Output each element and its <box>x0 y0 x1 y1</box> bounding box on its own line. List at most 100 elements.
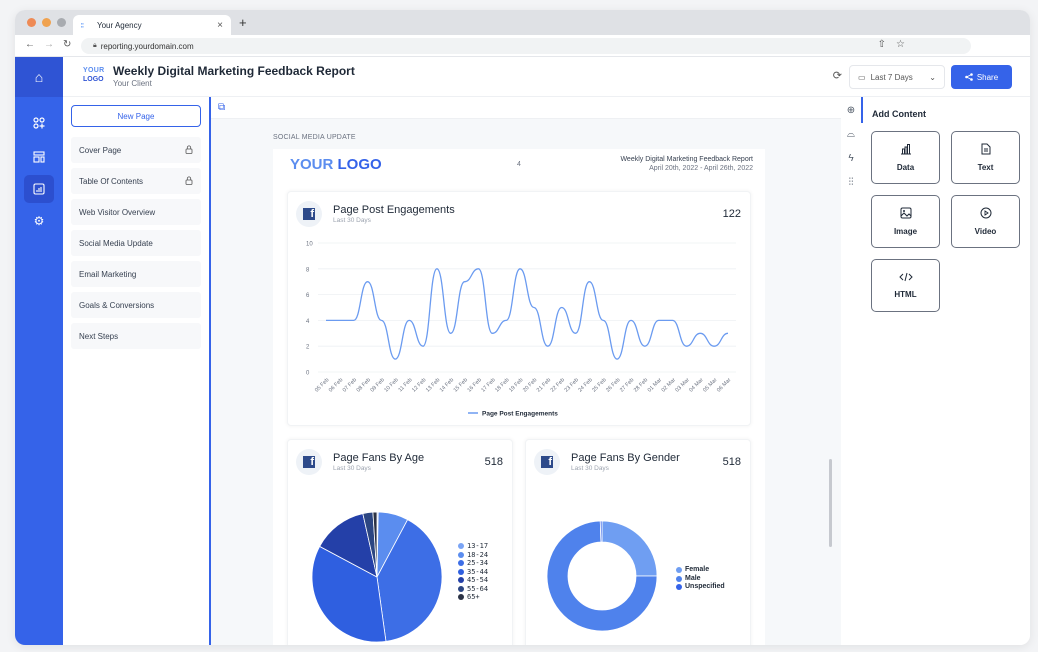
x-tick-label: 26 Feb <box>605 377 621 393</box>
rail-item-apps[interactable] <box>15 107 63 139</box>
data-point[interactable] <box>463 280 467 284</box>
data-point[interactable] <box>629 318 633 322</box>
page-item-email-marketing[interactable]: Email Marketing <box>71 261 201 287</box>
engagements-card[interactable]: f Page Post Engagements Last 30 Days 122… <box>287 191 751 426</box>
data-point[interactable] <box>574 331 578 335</box>
close-tab-icon[interactable]: × <box>217 20 223 31</box>
canvas-scrollbar[interactable] <box>829 459 832 547</box>
legend-item[interactable]: 65+ <box>458 593 488 602</box>
add-text-tile[interactable]: Text <box>951 131 1020 184</box>
legend-item[interactable]: Female <box>676 566 725 575</box>
data-point[interactable] <box>712 344 716 348</box>
fans-gender-card[interactable]: f Page Fans By Gender Last 30 Days 518 F… <box>525 439 751 645</box>
page-item-goals-conversions[interactable]: Goals & Conversions <box>71 292 201 318</box>
data-point[interactable] <box>435 267 439 271</box>
layers-tool[interactable]: ⌓ <box>841 123 861 145</box>
right-tool-rail: ⊕ ⌓ ϟ ⫶⫶ <box>841 97 861 645</box>
data-point[interactable] <box>393 357 397 361</box>
data-point[interactable] <box>643 344 647 348</box>
data-point[interactable] <box>684 344 688 348</box>
minimize-window-button[interactable] <box>42 18 51 27</box>
y-tick-label: 4 <box>306 319 310 325</box>
back-icon[interactable]: ← <box>25 39 35 50</box>
data-point[interactable] <box>449 331 453 335</box>
x-tick-label: 01 Mar <box>647 377 663 393</box>
data-point[interactable] <box>379 318 383 322</box>
data-point[interactable] <box>504 318 508 322</box>
data-point[interactable] <box>532 306 536 310</box>
legend-item[interactable]: Unspecified <box>676 583 725 592</box>
y-tick-label: 2 <box>306 345 310 351</box>
add-content-tool[interactable]: ⊕ <box>841 99 861 121</box>
legend-item[interactable]: 35-44 <box>458 568 488 577</box>
data-point[interactable] <box>601 318 605 322</box>
filters-tool[interactable]: ⫶⫶ <box>841 171 861 193</box>
section-label: SOCIAL MEDIA UPDATE <box>273 134 356 141</box>
data-point[interactable] <box>726 331 730 335</box>
data-point[interactable] <box>698 331 702 335</box>
data-point[interactable] <box>560 306 564 310</box>
data-point[interactable] <box>407 318 411 322</box>
refresh-icon[interactable]: ⟳ <box>833 69 842 82</box>
card-value: 518 <box>722 456 741 468</box>
add-html-tile[interactable]: HTML <box>871 259 940 312</box>
page-item-cover-page[interactable]: Cover Page <box>71 137 201 163</box>
report-header: YOUR LOGO Weekly Digital Marketing Feedb… <box>63 57 1030 97</box>
data-point[interactable] <box>490 331 494 335</box>
legend-swatch <box>676 567 682 574</box>
add-image-tile[interactable]: Image <box>871 195 940 248</box>
data-point[interactable] <box>546 344 550 348</box>
data-point[interactable] <box>587 280 591 284</box>
data-point[interactable] <box>615 357 619 361</box>
bookmark-star-icon[interactable]: ☆ <box>896 39 905 50</box>
rail-item-layout[interactable] <box>15 141 63 173</box>
legend-item[interactable]: 13-17 <box>458 542 488 551</box>
legend-item[interactable]: 45-54 <box>458 576 488 585</box>
data-point[interactable] <box>421 344 425 348</box>
data-point[interactable] <box>671 318 675 322</box>
date-range-value: Last 7 Days <box>870 72 913 82</box>
rail-item-settings[interactable]: ⚙ <box>15 205 63 237</box>
forward-icon[interactable]: → <box>44 39 54 50</box>
data-point[interactable] <box>657 318 661 322</box>
add-video-tile[interactable]: Video <box>951 195 1020 248</box>
automation-tool[interactable]: ϟ <box>841 147 861 169</box>
browser-tab[interactable]: ▪▪ ▪▪ Your Agency × <box>73 15 231 35</box>
data-point[interactable] <box>366 280 370 284</box>
maximize-window-button[interactable] <box>57 18 66 27</box>
lock-icon <box>185 145 193 156</box>
close-window-button[interactable] <box>27 18 36 27</box>
legend-item[interactable]: 25-34 <box>458 559 488 568</box>
duplicate-icon[interactable]: ⧉ <box>218 102 225 113</box>
page-item-next-steps[interactable]: Next Steps <box>71 323 201 349</box>
legend-item[interactable]: 18-24 <box>458 551 488 560</box>
page-item-table-of-contents[interactable]: Table Of Contents <box>71 168 201 194</box>
data-point[interactable] <box>324 318 328 322</box>
rail-item-reports[interactable] <box>24 175 54 203</box>
legend-item[interactable]: 55-64 <box>458 585 488 594</box>
date-range-select[interactable]: ▭ Last 7 Days ⌄ <box>849 65 945 89</box>
rail-item-home[interactable]: ⌂ <box>15 57 63 97</box>
data-point[interactable] <box>338 318 342 322</box>
share-page-icon[interactable]: ⇧ <box>878 39 886 50</box>
new-page-button[interactable]: New Page <box>71 105 201 127</box>
data-point[interactable] <box>352 318 356 322</box>
fans-age-card[interactable]: f Page Fans By Age Last 30 Days 518 13-1… <box>287 439 513 645</box>
add-data-tile[interactable]: Data <box>871 131 940 184</box>
data-point[interactable] <box>518 267 522 271</box>
url-input[interactable]: 🔒︎ reporting.yourdomain.com <box>81 38 971 54</box>
slice-female[interactable] <box>601 520 658 577</box>
x-tick-label: 06 Feb <box>328 377 344 393</box>
tile-label: Video <box>974 227 997 236</box>
new-tab-button[interactable]: + <box>239 15 247 30</box>
facebook-icon: f <box>534 449 560 475</box>
reload-icon[interactable]: ↻ <box>63 39 71 50</box>
data-point[interactable] <box>476 267 480 271</box>
page-item-social-media-update[interactable]: Social Media Update <box>71 230 201 256</box>
page-number: 4 <box>517 161 521 168</box>
share-button[interactable]: Share <box>951 65 1012 89</box>
x-tick-label: 21 Feb <box>536 377 552 393</box>
page-item-web-visitor-overview[interactable]: Web Visitor Overview <box>71 199 201 225</box>
slice-unspecified[interactable] <box>599 520 603 543</box>
legend-item[interactable]: Male <box>676 575 725 584</box>
